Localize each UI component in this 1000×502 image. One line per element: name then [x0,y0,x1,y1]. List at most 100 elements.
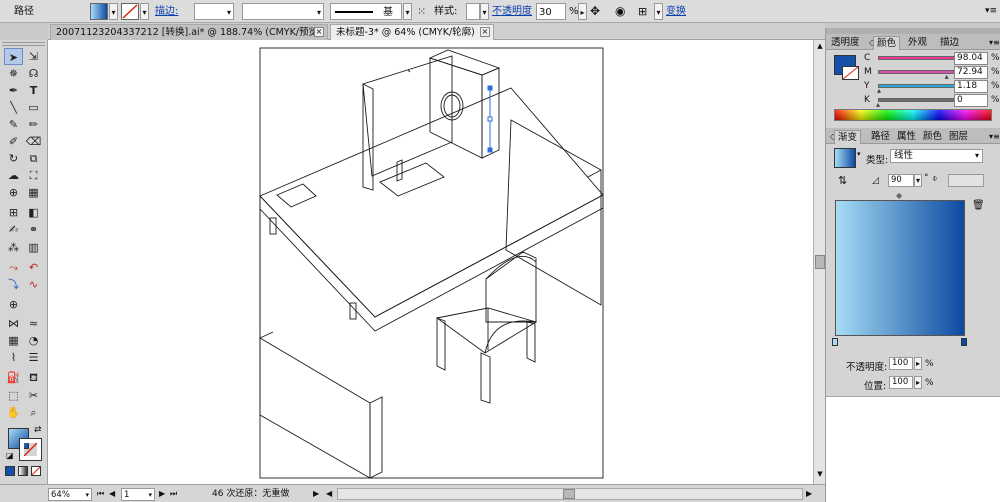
opacity-field[interactable]: 30 [536,3,566,20]
default-colors-icon[interactable]: ◪ [6,451,14,460]
selection-tool-icon[interactable]: ➤ [4,48,23,65]
document-tab-1[interactable]: 20071123204337212 [转换].ai* @ 188.74% (CM… [50,24,328,40]
vertical-scrollbar[interactable]: ▲ ▼ [813,40,825,484]
live-paint-selection-tool-icon[interactable]: ⛾ [24,369,43,386]
stop-location-dropdown[interactable]: ▸ [914,376,922,389]
stroke-dropdown[interactable]: ▾ [140,3,149,20]
rectangle-tool-icon[interactable]: ▭ [24,99,43,116]
angle-dropdown[interactable]: ▾ [914,174,922,187]
pencil-tool-icon[interactable]: ✏ [24,116,43,133]
bloat-tool-icon[interactable]: ◔ [24,332,43,349]
document-setup-icon[interactable]: ◉ [615,3,629,20]
tab-pathfinder[interactable]: 路径 [868,130,893,144]
gradient-ramp[interactable] [835,200,965,336]
stroke-profile-field[interactable]: ▾ [242,3,324,20]
horizontal-scrollbar[interactable] [337,488,803,500]
hscroll-left-icon[interactable]: ◀ [326,488,332,501]
hscroll-thumb[interactable] [563,489,575,499]
prev-artboard-icon[interactable]: ◀ [109,488,115,501]
reverse-gradient-icon[interactable]: ⇅ [838,174,847,187]
gradient-midpoint-diamond[interactable]: ◆ [896,191,902,200]
stroke-color-box[interactable] [19,438,42,461]
control-bar-menu-icon[interactable]: ▾≡ [985,3,997,20]
smooth-tool-icon-red[interactable]: ∿ [24,276,43,293]
scroll-thumb[interactable] [815,255,825,269]
slice-tool-icon[interactable]: ✂ [24,387,43,404]
line-tool-icon[interactable]: ╲ [4,99,23,116]
scroll-up-icon[interactable]: ▲ [815,42,825,50]
tab-stroke[interactable]: 描边 [937,36,962,50]
document-tab-2[interactable]: 未标题-3* @ 64% (CMYK/轮廓) × [330,24,494,40]
blob-brush-tool-icon[interactable]: ✐ [4,133,23,150]
channel-k-value[interactable]: 0 [954,94,988,107]
target-tool-icon[interactable]: ⊕ [4,296,23,313]
gradient-end-stop[interactable] [961,338,967,346]
slider-thumb[interactable]: ▴ [945,73,949,81]
artwork-outline-view[interactable] [48,40,813,484]
list-tool-icon[interactable]: ☰ [24,349,43,366]
channel-m-value[interactable]: 72.94 [954,66,988,79]
align-icon[interactable]: ⊞ [638,3,654,20]
gradient-start-stop[interactable] [832,338,838,346]
tab-attributes[interactable]: 属性 [894,130,919,144]
reshape-tool-icon-blue[interactable]: ⤵ [4,276,23,293]
next-artboard-icon[interactable]: ▶ [159,488,165,501]
mesh-tool-icon[interactable]: ⊞ [4,204,23,221]
warp-tool-icon[interactable]: ☁ [4,167,23,184]
blend-tool-icon[interactable]: ⚭ [24,221,43,238]
brush-definition-field[interactable]: 基本 [330,3,402,35]
scale-tool-icon[interactable]: ⧉ [24,150,43,167]
arc-tool-icon-red[interactable]: ↶ [24,259,43,276]
stop-location-field[interactable]: 100 [889,376,913,389]
fill-dropdown[interactable]: ▾ [109,3,118,20]
tab-appearance[interactable]: 外观 [905,36,930,50]
stroke-weight-field[interactable]: ▾ [194,3,234,20]
gradient-angle-field[interactable]: 90 [888,174,914,187]
channel-y-value[interactable]: 1.18 [954,80,988,93]
scroll-down-icon[interactable]: ▼ [815,470,825,478]
gradient-preset-dropdown[interactable]: ▾ [857,150,861,158]
zigzag-tool-icon[interactable]: ⌇ [4,349,23,366]
close-tab-icon[interactable]: × [314,27,324,37]
stroke-panel-link[interactable]: 描边: [155,3,178,20]
envelope-tool-icon[interactable]: ⋈ [4,315,23,332]
first-artboard-icon[interactable]: ⏮ [97,488,104,501]
color-mode-icon[interactable] [5,466,15,476]
tab-layers[interactable]: 图层 [946,130,971,144]
last-artboard-icon[interactable]: ⏭ [170,488,177,501]
hand-tool-icon[interactable]: ✋ [4,404,23,421]
paintbrush-tool-icon[interactable]: ✎ [4,116,23,133]
aspect-ratio-icon[interactable]: ⌽ [932,174,937,184]
stroke-swatch[interactable] [121,3,139,20]
live-paint-bucket-tool-icon[interactable]: ⛽ [4,369,23,386]
shape-builder-tool-icon[interactable]: ⊕ [4,184,23,201]
fill-swatch[interactable] [90,3,108,20]
pen-tool-icon[interactable]: ✒ [4,82,23,99]
free-transform-tool-icon[interactable]: ⛶ [24,167,43,184]
direct-selection-tool-icon[interactable]: ⇲ [24,48,43,65]
gradient-mode-icon[interactable] [18,466,28,476]
mesh-grid-tool-icon[interactable]: ▦ [4,332,23,349]
lasso-tool-icon[interactable]: ☊ [24,65,43,82]
wave-tool-icon[interactable]: ≈ [24,315,43,332]
color-stroke-swatch[interactable] [842,66,859,80]
gradient-tool-icon[interactable]: ◧ [24,204,43,221]
gradient-preview-swatch[interactable] [834,148,856,168]
close-tab-icon[interactable]: × [480,27,490,37]
channel-c-value[interactable]: 98.04 [954,52,988,65]
zoom-tool-icon[interactable]: ⌕ [24,404,43,421]
style-dropdown[interactable]: ▾ [480,3,489,20]
column-graph-tool-icon[interactable]: ▥ [24,239,43,256]
tab-transparency[interactable]: 透明度 [828,36,863,50]
delete-stop-icon[interactable]: 🗑 [972,200,985,211]
artboard-canvas[interactable] [48,40,813,484]
panel-menu-icon[interactable]: ▾≡ [986,36,1000,50]
symbol-sprayer-icon[interactable]: ⁙ [417,3,431,20]
type-tool-icon[interactable]: T [24,82,43,99]
slider-thumb[interactable]: ▴ [876,101,880,109]
style-swatch[interactable] [466,3,480,20]
status-menu-icon[interactable]: ▶ [313,488,319,501]
tab-color[interactable]: 颜色 [873,36,901,50]
tab-gradient[interactable]: 渐变 [834,130,862,144]
swap-fill-stroke-icon[interactable]: ⇄ [34,425,42,435]
